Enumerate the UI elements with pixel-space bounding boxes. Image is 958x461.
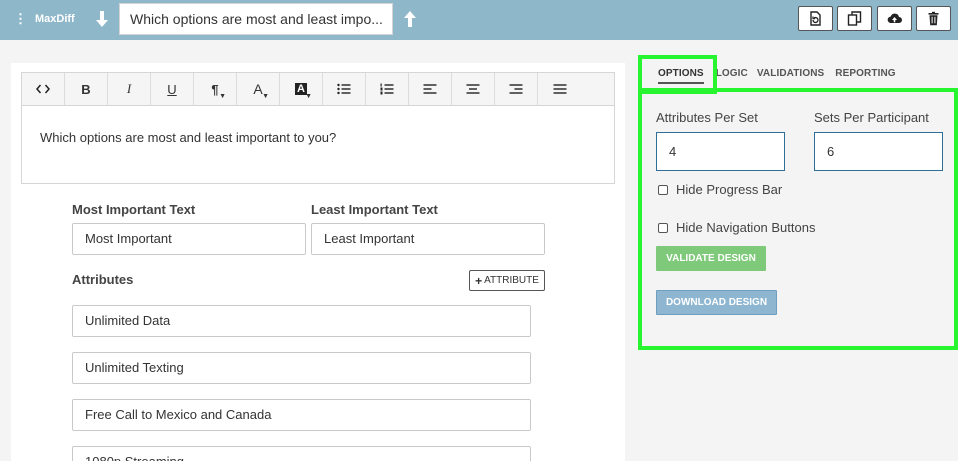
options-tabs: OPTIONS LOGIC VALIDATIONS REPORTING: [648, 62, 896, 84]
question-type-menu[interactable]: ⋮ MaxDiff: [14, 10, 75, 28]
rich-text-toolbar: B I U ¶ ▼ A ▼ A ▼: [21, 72, 615, 106]
bold-button[interactable]: B: [65, 73, 108, 105]
chevron-down-icon: ▼: [305, 93, 312, 100]
hide-navigation-option[interactable]: Hide Navigation Buttons: [658, 220, 815, 235]
attributes-label: Attributes: [72, 272, 134, 287]
paragraph-format-button[interactable]: ¶ ▼: [194, 73, 237, 105]
tab-logic[interactable]: LOGIC: [716, 62, 748, 84]
add-attribute-button[interactable]: + ATTRIBUTE: [469, 270, 545, 291]
align-right-button[interactable]: [495, 73, 538, 105]
bullet-list-icon: [337, 83, 351, 95]
bullet-list-button[interactable]: [323, 73, 366, 105]
add-attribute-label: ATTRIBUTE: [484, 275, 539, 286]
move-down-icon: [96, 11, 108, 27]
copy-icon: [847, 11, 862, 26]
kebab-icon: ⋮: [14, 11, 27, 26]
italic-button[interactable]: I: [108, 73, 151, 105]
least-important-input[interactable]: Least Important: [311, 223, 545, 255]
underline-button[interactable]: U: [151, 73, 194, 105]
attribute-input[interactable]: Unlimited Texting: [72, 352, 531, 384]
question-type-label: MaxDiff: [35, 13, 75, 25]
tab-validations[interactable]: VALIDATIONS: [757, 62, 824, 84]
download-design-button[interactable]: DOWNLOAD DESIGN: [656, 290, 777, 315]
align-left-icon: [423, 84, 437, 94]
attributes-per-set-input[interactable]: 4: [656, 132, 785, 171]
hide-progress-bar-checkbox[interactable]: [658, 184, 668, 195]
most-important-input[interactable]: Most Important: [72, 223, 306, 255]
copy-button[interactable]: [837, 6, 872, 31]
top-bar: ⋮ MaxDiff Which options are most and lea…: [0, 0, 958, 40]
attribute-input[interactable]: 1080p Streaming: [72, 446, 531, 461]
align-center-icon: [466, 84, 480, 94]
numbered-list-button[interactable]: [366, 73, 409, 105]
cloud-upload-icon: [887, 13, 902, 24]
sets-per-participant-input[interactable]: 6: [814, 132, 943, 171]
align-left-button[interactable]: [409, 73, 452, 105]
attributes-per-set-label: Attributes Per Set: [656, 110, 758, 125]
attribute-input[interactable]: Unlimited Data: [72, 305, 531, 337]
hide-navigation-label: Hide Navigation Buttons: [676, 220, 816, 235]
move-up-button[interactable]: [401, 9, 419, 29]
background-color-button[interactable]: A ▼: [280, 73, 323, 105]
chevron-down-icon: ▼: [262, 93, 269, 100]
code-view-button[interactable]: [22, 73, 65, 105]
align-right-icon: [509, 84, 523, 94]
hide-navigation-checkbox[interactable]: [658, 222, 668, 233]
chevron-down-icon: ▼: [219, 93, 226, 100]
align-center-button[interactable]: [452, 73, 495, 105]
validate-design-button[interactable]: VALIDATE DESIGN: [656, 246, 766, 271]
justify-button[interactable]: [538, 73, 581, 105]
underline-icon: U: [167, 81, 177, 97]
numbered-list-icon: [380, 83, 394, 95]
justify-icon: [553, 84, 566, 94]
move-down-button[interactable]: [93, 9, 111, 29]
least-important-label: Least Important Text: [311, 202, 438, 217]
font-color-button[interactable]: A ▼: [237, 73, 280, 105]
bold-icon: B: [81, 81, 91, 97]
sets-per-participant-label: Sets Per Participant: [814, 110, 929, 125]
new-page-button[interactable]: [798, 6, 833, 31]
question-text-editor[interactable]: Which options are most and least importa…: [21, 106, 615, 184]
code-icon: [36, 84, 50, 94]
paragraph-icon: ¶: [211, 81, 219, 97]
attribute-input[interactable]: Free Call to Mexico and Canada: [72, 399, 531, 431]
tab-options[interactable]: OPTIONS: [658, 62, 704, 84]
tab-reporting[interactable]: REPORTING: [835, 62, 895, 84]
move-up-icon: [404, 11, 416, 27]
delete-button[interactable]: [916, 6, 951, 31]
refresh-page-icon: [810, 11, 821, 26]
hide-progress-bar-label: Hide Progress Bar: [676, 182, 783, 197]
plus-icon: +: [475, 273, 483, 288]
hide-progress-bar-option[interactable]: Hide Progress Bar: [658, 182, 782, 197]
upload-button[interactable]: [877, 6, 912, 31]
question-title-input[interactable]: Which options are most and least impo...: [119, 3, 393, 35]
italic-icon: I: [126, 81, 132, 96]
trash-icon: [928, 11, 939, 26]
most-important-label: Most Important Text: [72, 202, 196, 217]
